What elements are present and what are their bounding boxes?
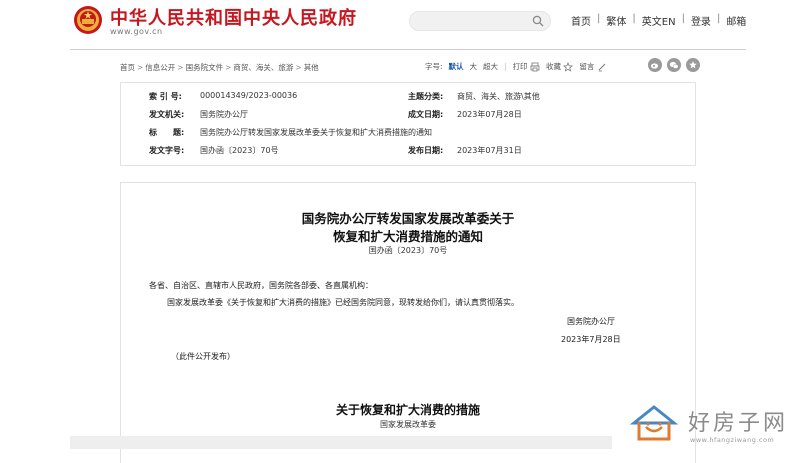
search-input[interactable] bbox=[409, 11, 551, 31]
breadcrumb-home[interactable]: 首页 bbox=[120, 63, 135, 72]
meta-title-label: 标 题: bbox=[149, 128, 185, 137]
tool-separator: | bbox=[504, 62, 507, 71]
comment-label: 留言 bbox=[579, 62, 595, 71]
meta-topic-value: 商贸、海关、旅游\其他 bbox=[457, 92, 540, 101]
national-emblem-icon[interactable] bbox=[73, 5, 103, 35]
top-navigation: 首页 | 繁体 | 英文EN | 登录 | 邮箱 bbox=[565, 13, 752, 28]
font-size-xlarge[interactable]: 超大 bbox=[483, 61, 498, 72]
wechat-share-icon[interactable] bbox=[667, 58, 681, 72]
breadcrumb-other[interactable]: 其他 bbox=[304, 63, 319, 72]
document-metadata-table: 索 引 号: 000014349/2023-00036 主题分类: 商贸、海关、… bbox=[120, 82, 696, 166]
page-tools: 字号: 默认 大 超大 | 打印 收藏 留言 bbox=[425, 61, 607, 72]
breadcrumb: 首页 > 信息公开 > 国务院文件 > 商贸、海关、旅游 > 其他 bbox=[120, 62, 319, 73]
document-title-line2: 恢复和扩大消费措施的通知 bbox=[332, 229, 483, 244]
document-body: 国务院办公厅转发国家发展改革委关于 恢复和扩大消费措施的通知 国办函〔2023〕… bbox=[120, 182, 696, 463]
meta-row: 发文字号: 国办函〔2023〕70号 发布日期: 2023年07月31日 bbox=[121, 145, 695, 163]
meta-index-label: 索 引 号: bbox=[149, 92, 182, 101]
nav-mail-link[interactable]: 邮箱 bbox=[720, 13, 752, 28]
site-url: www.gov.cn bbox=[110, 27, 163, 36]
nav-english-link[interactable]: 英文EN bbox=[636, 13, 682, 28]
watermark-text: 好房子网 bbox=[688, 411, 789, 436]
chevron-right-icon: > bbox=[177, 63, 184, 72]
nav-login-link[interactable]: 登录 bbox=[685, 13, 717, 28]
nav-traditional-link[interactable]: 繁体 bbox=[600, 13, 632, 28]
chevron-right-icon: > bbox=[295, 63, 302, 72]
breadcrumb-trade-customs-tourism[interactable]: 商贸、海关、旅游 bbox=[233, 63, 293, 72]
comment-button[interactable]: 留言 bbox=[579, 61, 606, 72]
document-note: （此件公开发布） bbox=[171, 352, 235, 361]
meta-row: 发文机关: 国务院办公厅 成文日期: 2023年07月28日 bbox=[121, 109, 695, 127]
meta-row: 索 引 号: 000014349/2023-00036 主题分类: 商贸、海关、… bbox=[121, 91, 695, 109]
breadcrumb-info-public[interactable]: 信息公开 bbox=[145, 63, 175, 72]
font-size-label: 字号: bbox=[425, 62, 443, 71]
document-date: 2023年7月28日 bbox=[561, 335, 621, 344]
document-title-line1: 国务院办公厅转发国家发展改革委关于 bbox=[301, 211, 515, 226]
meta-row: 标 题: 国务院办公厅转发国家发展改革委关于恢复和扩大消费措施的通知 bbox=[121, 127, 695, 145]
star-icon bbox=[563, 62, 574, 72]
meta-topic-label: 主题分类: bbox=[408, 92, 444, 101]
search-icon[interactable] bbox=[532, 15, 544, 27]
share-buttons bbox=[648, 58, 700, 72]
chevron-right-icon: > bbox=[225, 63, 232, 72]
section-author: 国家发展改革委 bbox=[380, 420, 436, 429]
meta-index-value: 000014349/2023-00036 bbox=[200, 91, 298, 100]
house-logo-icon bbox=[629, 405, 679, 441]
breadcrumb-state-council-docs[interactable]: 国务院文件 bbox=[186, 63, 224, 72]
meta-docno-value: 国办函〔2023〕70号 bbox=[200, 146, 279, 155]
site-header: 中华人民共和国中央人民政府 www.gov.cn 首页 | 繁体 | 英文EN | 登… bbox=[0, 0, 812, 50]
document-number: 国办函〔2023〕70号 bbox=[368, 246, 448, 255]
meta-issuer-value: 国务院办公厅 bbox=[200, 110, 248, 119]
document-addressee: 各省、自治区、直辖市人民政府，国务院各部委、各直属机构： bbox=[149, 281, 373, 290]
weibo-share-icon[interactable] bbox=[648, 58, 662, 72]
watermark-url: www.hfangziwang.com bbox=[690, 436, 775, 444]
pen-icon bbox=[598, 63, 606, 72]
document-body-paragraph: 国家发展改革委《关于恢复和扩大消费的措施》已经国务院同意，现转发给你们，请认真贯… bbox=[167, 298, 519, 307]
meta-docno-label: 发文字号: bbox=[149, 146, 185, 155]
printer-icon bbox=[530, 62, 540, 72]
page-bottom-edge bbox=[70, 436, 612, 449]
header-divider bbox=[70, 49, 746, 50]
favorite-button[interactable]: 收藏 bbox=[545, 61, 574, 72]
section-title: 关于恢复和扩大消费的措施 bbox=[335, 403, 480, 417]
chevron-right-icon: > bbox=[137, 63, 144, 72]
favorite-label: 收藏 bbox=[545, 62, 561, 71]
favorite-share-icon[interactable] bbox=[686, 58, 700, 72]
font-size-default[interactable]: 默认 bbox=[449, 61, 464, 72]
meta-published-value: 2023年07月31日 bbox=[457, 146, 522, 155]
meta-created-label: 成文日期: bbox=[408, 110, 444, 119]
breadcrumb-bar: 首页 > 信息公开 > 国务院文件 > 商贸、海关、旅游 > 其他 字号: 默认 大 超大 | … bbox=[120, 58, 700, 76]
meta-title-value: 国务院办公厅转发国家发展改革委关于恢复和扩大消费措施的通知 bbox=[200, 128, 432, 137]
document-signer: 国务院办公厅 bbox=[567, 317, 615, 326]
meta-issuer-label: 发文机关: bbox=[149, 110, 185, 119]
site-watermark: 好房子网 www.hfangziwang.com bbox=[628, 403, 812, 449]
print-label: 打印 bbox=[512, 62, 528, 71]
nav-home-link[interactable]: 首页 bbox=[565, 13, 597, 28]
print-button[interactable]: 打印 bbox=[513, 61, 540, 72]
meta-published-label: 发布日期: bbox=[408, 146, 444, 155]
meta-created-value: 2023年07月28日 bbox=[457, 110, 522, 119]
font-size-large[interactable]: 大 bbox=[470, 61, 478, 72]
